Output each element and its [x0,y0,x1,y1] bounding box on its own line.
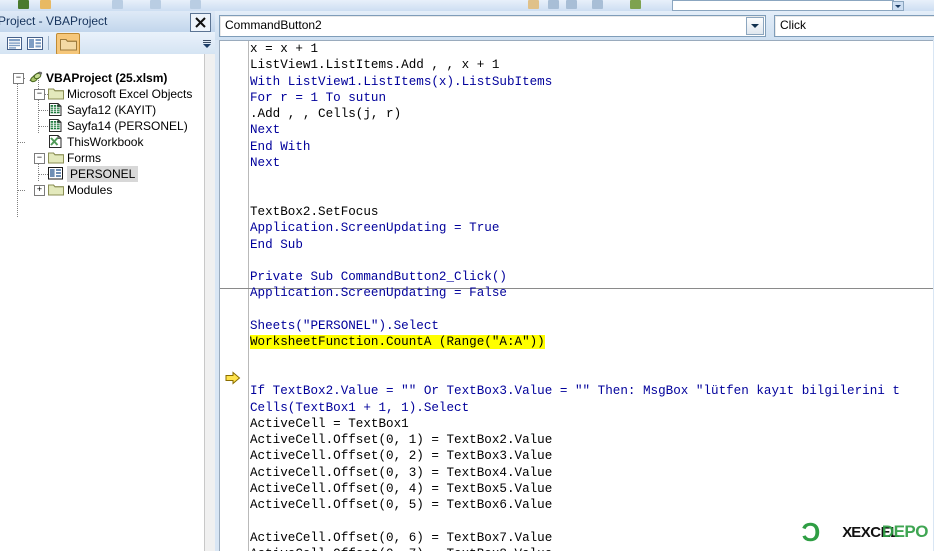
view-code-icon[interactable] [6,35,23,51]
code-line[interactable]: ActiveCell.Offset(0, 4) = TextBox5.Value [250,481,933,497]
code-line[interactable]: With ListView1.ListItems(x).ListSubItems [250,74,933,90]
folder-icon[interactable] [56,33,80,55]
project-explorer-titlebar: Project - VBAProject [0,11,215,33]
code-line[interactable] [250,302,933,318]
tree-item-label: Forms [67,151,101,165]
close-icon[interactable] [190,13,211,32]
chevron-down-icon[interactable] [746,17,764,35]
tree-item-label: Modules [67,183,113,197]
ribbon-icon-1[interactable] [18,0,29,9]
highlighted-code: WorksheetFunction.CountA (Range("A:A")) [250,335,545,350]
code-line[interactable] [250,253,933,269]
project-explorer-toolbar [0,32,215,55]
tree-item-sayfa14[interactable]: Sayfa14 (PERSONEL) [0,118,188,134]
code-window: CommandButton2 Click x = x + 1 ListView1.… [215,11,934,551]
code-line[interactable]: Next [250,122,933,138]
tree-item-label: Sayfa12 (KAYIT) [67,103,157,117]
tree-item-modules[interactable]: + Modules [0,182,112,198]
toolbar-separator [48,36,49,50]
tree-item-label: VBAProject (25.xlsm) [46,71,168,85]
ribbon-search-field[interactable] [672,0,894,11]
vba-editor-window: Project - VBAProject − VBAProject (25.xl… [0,0,934,551]
tree-item-vbaproject[interactable]: − VBAProject (25.xlsm) [0,70,167,86]
expander-icon[interactable]: − [13,73,24,84]
folder-icon [48,183,64,198]
code-line[interactable] [250,351,933,367]
code-line[interactable]: TextBox2.SetFocus [250,204,933,220]
code-line[interactable]: Cells(TextBox1 + 1, 1).Select [250,400,933,416]
code-text[interactable]: x = x + 1 ListView1.ListItems.Add , , x +… [250,41,933,551]
folder-icon [48,151,64,166]
code-editor[interactable]: x = x + 1 ListView1.ListItems.Add , , x +… [219,40,933,551]
ribbon-icon-8[interactable] [566,0,577,9]
code-line[interactable]: ActiveCell.Offset(0, 6) = TextBox7.Value [250,530,933,546]
code-line[interactable] [250,514,933,530]
project-explorer-title: Project - VBAProject [0,14,108,28]
code-line[interactable]: Application.ScreenUpdating = False [250,285,933,301]
procedure-combo[interactable]: Click [774,15,934,37]
tree-item-personel-form[interactable]: PERSONEL [0,166,139,182]
tree-item-sayfa12[interactable]: Sayfa12 (KAYIT) [0,102,156,118]
project-tree[interactable]: − VBAProject (25.xlsm) − Microsoft Excel… [0,54,205,551]
expander-icon[interactable]: − [34,153,45,164]
tree-item-thisworkbook[interactable]: ThisWorkbook [0,134,143,150]
code-line[interactable]: ActiveCell.Offset(0, 2) = TextBox3.Value [250,448,933,464]
code-line[interactable]: If TextBox2.Value = "" Or TextBox3.Value… [250,383,933,399]
object-combo[interactable]: CommandButton2 [219,15,766,37]
ribbon-icon-5[interactable] [190,0,201,9]
code-line[interactable] [250,171,933,187]
code-line[interactable]: .Add , , Cells(j, r) [250,106,933,122]
code-line[interactable]: ListView1.ListItems.Add , , x + 1 [250,57,933,73]
expander-icon[interactable]: + [34,185,45,196]
code-window-header: CommandButton2 Click [215,11,934,40]
code-line[interactable]: Sheets("PERSONEL").Select [250,318,933,334]
workbook-icon [48,134,64,149]
code-line[interactable]: End With [250,139,933,155]
code-line[interactable]: ActiveCell.Offset(0, 5) = TextBox6.Value [250,497,933,513]
tree-item-label: PERSONEL [67,166,139,182]
ribbon-icon-2[interactable] [40,0,51,9]
code-line[interactable] [250,367,933,383]
tree-item-label: ThisWorkbook [67,135,144,149]
worksheet-icon [48,102,64,117]
code-line[interactable]: For r = 1 To sutun [250,90,933,106]
ribbon-icon-3[interactable] [112,0,123,9]
view-object-icon[interactable] [26,35,43,51]
project-tree-scrollbar[interactable] [204,54,215,551]
vba-project-icon [28,70,44,85]
next-statement-arrow-icon [225,371,241,385]
project-explorer-panel: Project - VBAProject − VBAProject (25.xl… [0,11,215,551]
ribbon-icon-10[interactable] [630,0,641,9]
code-line[interactable]: ActiveCell.Offset(0, 3) = TextBox4.Value [250,465,933,481]
code-line[interactable]: WorksheetFunction.CountA (Range("A:A")) [250,334,933,350]
expander-icon[interactable]: − [34,89,45,100]
code-line[interactable]: Application.ScreenUpdating = True [250,220,933,236]
toolbar-overflow-button[interactable] [202,36,212,51]
code-line[interactable]: Private Sub CommandButton2_Click() [250,269,933,285]
userform-icon [48,167,64,182]
ribbon-dropdown-arrow[interactable] [892,1,904,11]
tree-item-label: Sayfa14 (PERSONEL) [67,119,188,133]
object-combo-value: CommandButton2 [225,18,322,32]
tree-item-microsoft-excel-objects[interactable]: − Microsoft Excel Objects [0,86,192,102]
folder-icon [48,87,64,102]
worksheet-icon [48,118,64,133]
ribbon-icon-7[interactable] [548,0,559,9]
ribbon-icon-4[interactable] [150,0,161,9]
code-line[interactable]: Next [250,155,933,171]
code-line[interactable]: End Sub [250,237,933,253]
code-line[interactable]: ActiveCell = TextBox1 [250,416,933,432]
ribbon-icon-6[interactable] [528,0,539,9]
code-line[interactable]: ActiveCell.Offset(0, 7) = TextBox8.Value [250,546,933,551]
code-margin-bar[interactable] [220,41,249,551]
code-line[interactable]: ActiveCell.Offset(0, 1) = TextBox2.Value [250,432,933,448]
code-line[interactable] [250,188,933,204]
tree-item-forms[interactable]: − Forms [0,150,101,166]
code-line[interactable]: x = x + 1 [250,41,933,57]
ribbon-icon-9[interactable] [592,0,603,9]
tree-item-label: Microsoft Excel Objects [67,87,193,101]
procedure-combo-value: Click [780,18,806,32]
